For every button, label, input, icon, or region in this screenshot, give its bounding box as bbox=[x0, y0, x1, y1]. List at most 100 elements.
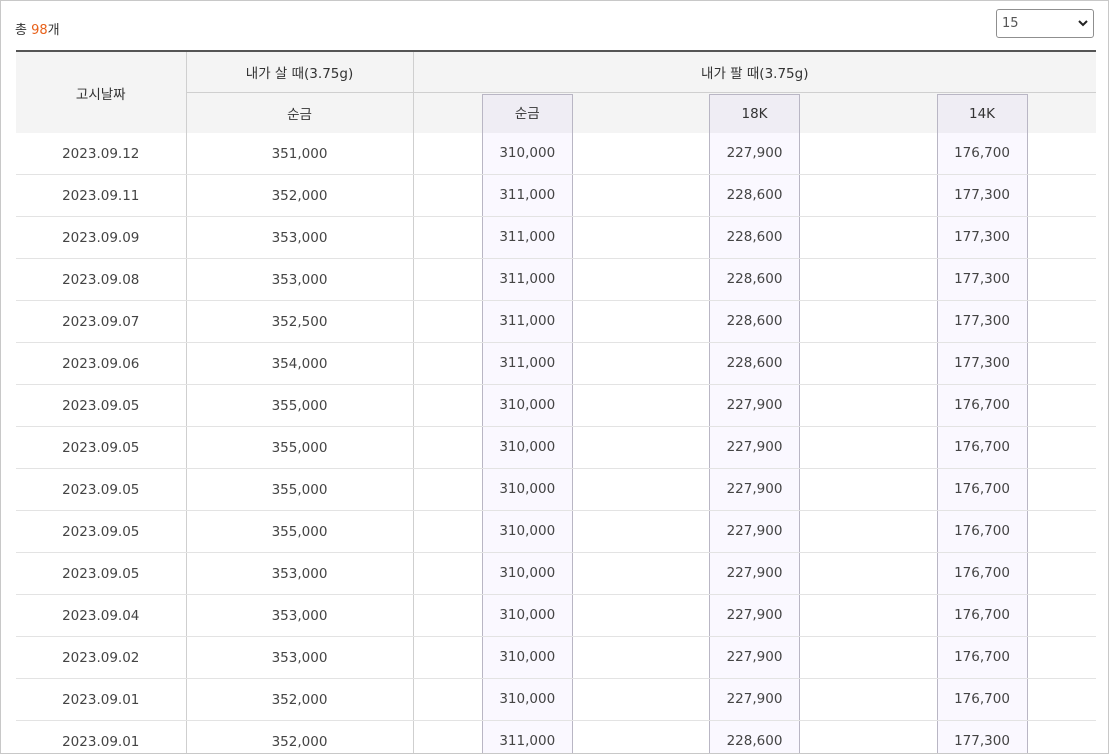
cell-date: 2023.09.04 bbox=[16, 594, 186, 637]
header-sell-18k-cell: 18K bbox=[641, 92, 868, 133]
table-header: 고시날짜 내가 살 때(3.75g) 내가 팔 때(3.75g) 순금 순금 1… bbox=[16, 51, 1097, 133]
cell-sell-14k: 177,300 bbox=[936, 259, 1028, 300]
header-sell-pure: 순금 bbox=[481, 94, 573, 133]
table-row: 2023.09.05 353,000 310,000 227,900 176,700 bbox=[16, 552, 1097, 595]
cell-sell-14k-cell: 176,700 bbox=[868, 678, 1097, 721]
cell-sell-18k: 227,900 bbox=[709, 679, 800, 720]
cell-sell-14k-cell: 176,700 bbox=[868, 510, 1097, 553]
cell-sell-18k: 227,900 bbox=[709, 511, 800, 552]
table-row: 2023.09.01 352,000 311,000 228,600 177,300 bbox=[16, 720, 1097, 753]
cell-sell-pure: 310,000 bbox=[481, 511, 573, 552]
gold-price-table: 고시날짜 내가 살 때(3.75g) 내가 팔 때(3.75g) 순금 순금 1… bbox=[16, 50, 1097, 753]
table-row: 2023.09.05 355,000 310,000 227,900 176,700 bbox=[16, 384, 1097, 427]
table-row: 2023.09.02 353,000 310,000 227,900 176,700 bbox=[16, 636, 1097, 679]
table-body: 2023.09.12 351,000 310,000 227,900 176,700 20… bbox=[16, 133, 1097, 753]
cell-buy-pure: 352,000 bbox=[185, 678, 413, 721]
table-row: 2023.09.09 353,000 311,000 228,600 177,300 bbox=[16, 216, 1097, 259]
cell-date: 2023.09.07 bbox=[16, 300, 186, 343]
cell-date: 2023.09.06 bbox=[16, 342, 186, 385]
cell-sell-14k: 177,300 bbox=[936, 721, 1028, 753]
cell-sell-pure-cell: 310,000 bbox=[412, 552, 641, 595]
cell-buy-pure: 353,000 bbox=[185, 258, 413, 301]
cell-buy-pure: 353,000 bbox=[185, 552, 413, 595]
cell-sell-pure-cell: 311,000 bbox=[412, 300, 641, 343]
cell-sell-18k: 227,900 bbox=[709, 469, 800, 510]
cell-buy-pure: 354,000 bbox=[185, 342, 413, 385]
cell-sell-18k-cell: 227,900 bbox=[641, 678, 868, 721]
cell-sell-14k: 176,700 bbox=[936, 553, 1028, 594]
cell-sell-14k-cell: 176,700 bbox=[868, 133, 1097, 175]
cell-sell-pure-cell: 310,000 bbox=[412, 468, 641, 511]
table-row: 2023.09.11 352,000 311,000 228,600 177,300 bbox=[16, 174, 1097, 217]
table-row: 2023.09.05 355,000 310,000 227,900 176,700 bbox=[16, 426, 1097, 469]
header-buy-pure: 순금 bbox=[185, 92, 413, 133]
cell-sell-pure: 310,000 bbox=[481, 679, 573, 720]
cell-sell-pure: 310,000 bbox=[481, 469, 573, 510]
cell-date: 2023.09.12 bbox=[16, 133, 186, 175]
cell-sell-14k: 177,300 bbox=[936, 217, 1028, 258]
cell-sell-18k: 227,900 bbox=[709, 427, 800, 468]
cell-sell-pure: 311,000 bbox=[481, 343, 573, 384]
cell-date: 2023.09.01 bbox=[16, 720, 186, 753]
cell-sell-pure-cell: 310,000 bbox=[412, 678, 641, 721]
cell-sell-pure: 311,000 bbox=[481, 259, 573, 300]
header-date: 고시날짜 bbox=[16, 51, 186, 133]
header-sell-pure-cell: 순금 bbox=[412, 92, 641, 133]
cell-sell-18k: 227,900 bbox=[709, 133, 800, 174]
cell-sell-14k: 176,700 bbox=[936, 385, 1028, 426]
table-row: 2023.09.12 351,000 310,000 227,900 176,700 bbox=[16, 133, 1097, 175]
cell-sell-14k: 176,700 bbox=[936, 679, 1028, 720]
cell-sell-14k: 176,700 bbox=[936, 595, 1028, 636]
cell-sell-pure-cell: 310,000 bbox=[412, 594, 641, 637]
cell-sell-pure: 310,000 bbox=[481, 595, 573, 636]
cell-sell-18k: 227,900 bbox=[709, 595, 800, 636]
cell-sell-14k: 176,700 bbox=[936, 511, 1028, 552]
table-row: 2023.09.05 355,000 310,000 227,900 176,700 bbox=[16, 510, 1097, 553]
cell-sell-14k: 177,300 bbox=[936, 175, 1028, 216]
cell-sell-14k-cell: 177,300 bbox=[868, 720, 1097, 753]
cell-sell-14k-cell: 176,700 bbox=[868, 426, 1097, 469]
cell-sell-18k: 228,600 bbox=[709, 259, 800, 300]
cell-buy-pure: 352,000 bbox=[185, 174, 413, 217]
cell-sell-14k: 177,300 bbox=[936, 343, 1028, 384]
cell-date: 2023.09.08 bbox=[16, 258, 186, 301]
cell-sell-pure: 310,000 bbox=[481, 553, 573, 594]
cell-sell-pure-cell: 310,000 bbox=[412, 636, 641, 679]
cell-buy-pure: 353,000 bbox=[185, 594, 413, 637]
cell-buy-pure: 353,000 bbox=[185, 636, 413, 679]
cell-sell-14k-cell: 177,300 bbox=[868, 342, 1097, 385]
cell-sell-18k-cell: 228,600 bbox=[641, 258, 868, 301]
cell-sell-18k-cell: 228,600 bbox=[641, 174, 868, 217]
cell-buy-pure: 352,000 bbox=[185, 720, 413, 753]
cell-sell-18k-cell: 227,900 bbox=[641, 426, 868, 469]
cell-sell-18k: 228,600 bbox=[709, 301, 800, 342]
table-row: 2023.09.05 355,000 310,000 227,900 176,700 bbox=[16, 468, 1097, 511]
table-row: 2023.09.01 352,000 310,000 227,900 176,700 bbox=[16, 678, 1097, 721]
cell-sell-14k: 176,700 bbox=[936, 469, 1028, 510]
cell-date: 2023.09.11 bbox=[16, 174, 186, 217]
cell-sell-pure-cell: 310,000 bbox=[412, 510, 641, 553]
cell-buy-pure: 351,000 bbox=[185, 133, 413, 175]
cell-sell-18k: 228,600 bbox=[709, 217, 800, 258]
cell-sell-14k: 177,300 bbox=[936, 301, 1028, 342]
cell-sell-pure: 311,000 bbox=[481, 175, 573, 216]
cell-sell-14k: 176,700 bbox=[936, 637, 1028, 678]
cell-sell-18k-cell: 227,900 bbox=[641, 636, 868, 679]
page-size-select[interactable]: 15 bbox=[996, 9, 1094, 38]
cell-sell-14k-cell: 177,300 bbox=[868, 258, 1097, 301]
cell-sell-pure: 311,000 bbox=[481, 217, 573, 258]
cell-sell-18k-cell: 227,900 bbox=[641, 510, 868, 553]
cell-sell-pure: 310,000 bbox=[481, 133, 573, 174]
cell-sell-14k-cell: 177,300 bbox=[868, 174, 1097, 217]
cell-sell-pure-cell: 311,000 bbox=[412, 216, 641, 259]
table-row: 2023.09.04 353,000 310,000 227,900 176,700 bbox=[16, 594, 1097, 637]
cell-sell-pure-cell: 310,000 bbox=[412, 426, 641, 469]
cell-sell-pure-cell: 311,000 bbox=[412, 174, 641, 217]
cell-sell-pure-cell: 311,000 bbox=[412, 258, 641, 301]
header-sell-14k: 14K bbox=[936, 94, 1028, 133]
table-row: 2023.09.06 354,000 311,000 228,600 177,300 bbox=[16, 342, 1097, 385]
header-buy-group: 내가 살 때(3.75g) bbox=[185, 51, 413, 93]
cell-buy-pure: 352,500 bbox=[185, 300, 413, 343]
cell-sell-14k-cell: 177,300 bbox=[868, 300, 1097, 343]
cell-sell-18k: 228,600 bbox=[709, 721, 800, 753]
